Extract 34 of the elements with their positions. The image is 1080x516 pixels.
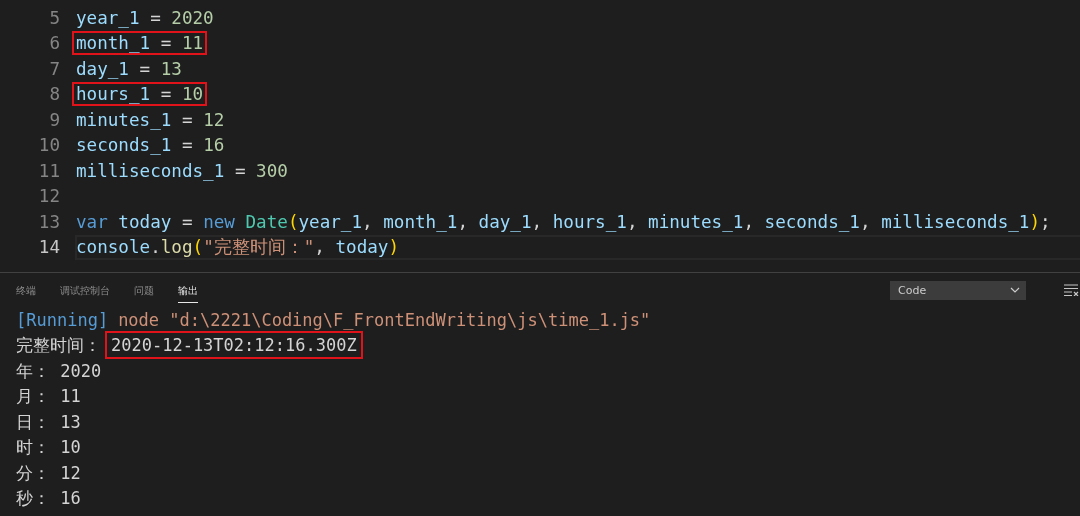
- output-channel-select[interactable]: Code: [890, 280, 1026, 300]
- line-number: 9: [48, 109, 60, 130]
- panel-tab[interactable]: 调试控制台: [60, 277, 110, 303]
- output-text: [Running]: [16, 309, 109, 330]
- output-text: 2020-12-13T02:12:16.300Z: [105, 331, 363, 360]
- output-text: 时： 10: [16, 437, 81, 458]
- line-number: 14: [37, 237, 60, 258]
- line-number: 5: [48, 7, 60, 28]
- code-line: minutes_1 = 12: [75, 108, 226, 132]
- panel-tab[interactable]: 输出: [178, 277, 198, 303]
- line-number: 6: [48, 33, 60, 54]
- code-line: var today = new Date(year_1, month_1, day_1, hours_1, minutes_1, seconds_1, milliseconds_1);: [75, 210, 1052, 234]
- output-text: 秒： 16: [16, 488, 81, 509]
- clear-output-icon[interactable]: [1064, 284, 1080, 296]
- output-text: 年： 2020: [16, 360, 102, 381]
- output-text: 日： 13: [16, 411, 81, 432]
- output-text: 分： 12: [16, 462, 81, 483]
- output-text: 月： 11: [16, 386, 81, 407]
- code-line: console.log("完整时间：", today): [75, 236, 401, 260]
- code-line: seconds_1 = 16: [75, 134, 226, 158]
- panel-tab[interactable]: 终端: [16, 277, 36, 303]
- line-number: 7: [48, 58, 60, 79]
- line-number: 13: [37, 211, 60, 232]
- output-text: 完整时间：: [16, 335, 101, 356]
- code-line: day_1 = 13: [75, 57, 183, 81]
- line-number: 12: [37, 186, 60, 207]
- code-line: milliseconds_1 = 300: [75, 159, 289, 183]
- code-line: year_1 = 2020: [75, 6, 215, 30]
- line-number: 11: [37, 160, 60, 181]
- line-number: 8: [48, 84, 60, 105]
- line-number: 10: [37, 135, 60, 156]
- output-text: node "d:\2221\Coding\F_FrontEndWriting\js\time_1.js": [118, 309, 651, 330]
- chevron-down-icon: [1010, 287, 1020, 293]
- panel-tab[interactable]: 问题: [134, 277, 154, 303]
